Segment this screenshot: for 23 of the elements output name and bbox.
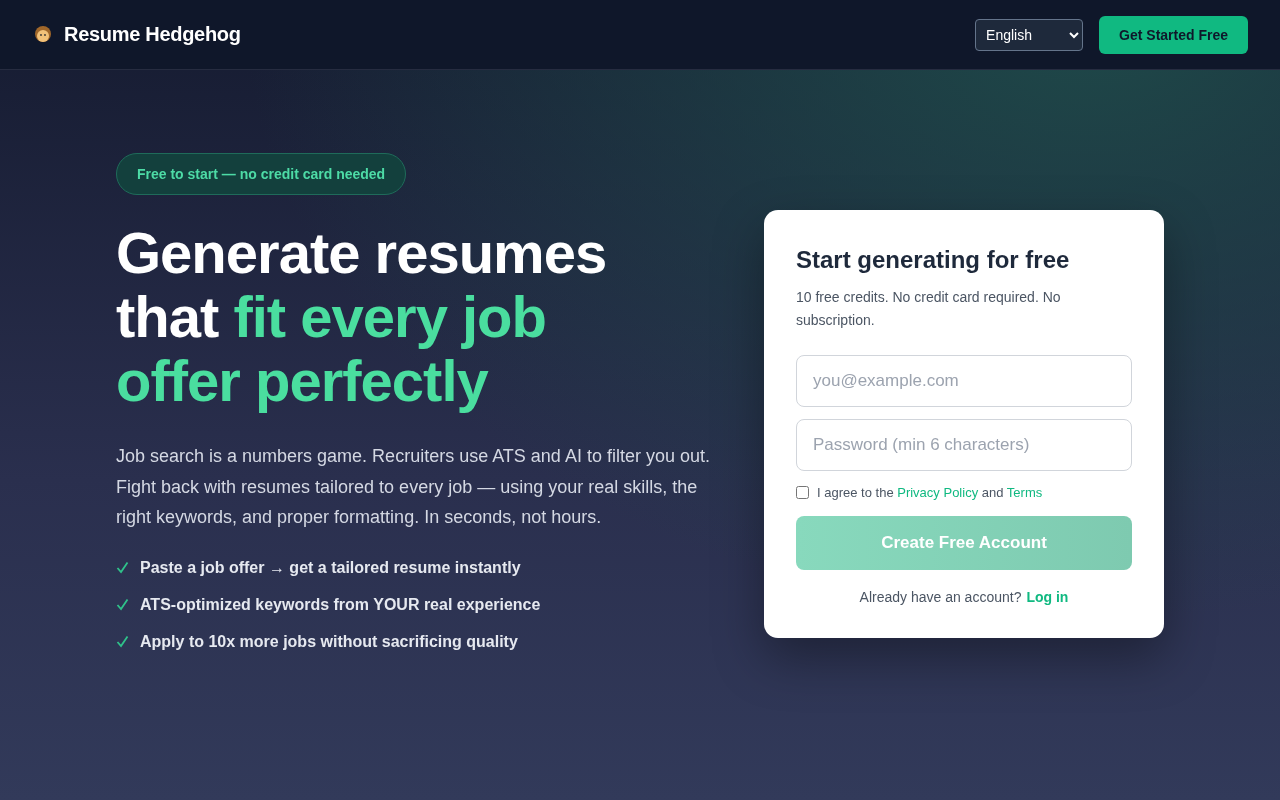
brand-name: Resume Hedgehog: [64, 23, 241, 46]
hedgehog-icon: [34, 25, 52, 44]
check-icon: [116, 635, 129, 648]
terms-link[interactable]: Terms: [1006, 485, 1043, 500]
headline: Generate resumes that fit every job offer perfectly: [116, 221, 608, 413]
card-title: Start generating for free: [796, 246, 1071, 274]
language-select[interactable]: English: [975, 18, 1084, 51]
promo-badge: Free to start — no credit card needed: [116, 153, 407, 195]
description: Job search is a numbers game. Recruiters use ATS and AI to filter you out. Fight back with resumes tailored to every job — using your real skills, the right keywords, and proper formatting. In seconds, not hours.: [116, 445, 711, 529]
consent-checkbox[interactable]: [796, 486, 809, 499]
check-icon: [116, 561, 129, 574]
feature-text: Apply to 10x more jobs without sacrificing quality: [140, 632, 518, 651]
login-prompt: Already have an account?: [859, 589, 1022, 605]
get-started-button[interactable]: Get Started Free: [1099, 15, 1248, 54]
consent-text: I agree to the Privacy Policy and Terms: [817, 485, 1043, 500]
privacy-policy-link[interactable]: Privacy Policy: [897, 485, 979, 500]
feature-text: ATS-optimized keywords from YOUR real experience: [140, 595, 541, 614]
login-link[interactable]: Log in: [1026, 589, 1069, 605]
password-field[interactable]: Password (min 6 characters): [796, 419, 1132, 471]
check-icon: [116, 598, 129, 611]
email-field[interactable]: you@example.com: [796, 355, 1132, 407]
card-subtitle: 10 free credits. No credit card required. No subscription.: [796, 288, 1062, 330]
feature-text: Paste a job offer → get a tailored resume instantly: [140, 558, 521, 577]
